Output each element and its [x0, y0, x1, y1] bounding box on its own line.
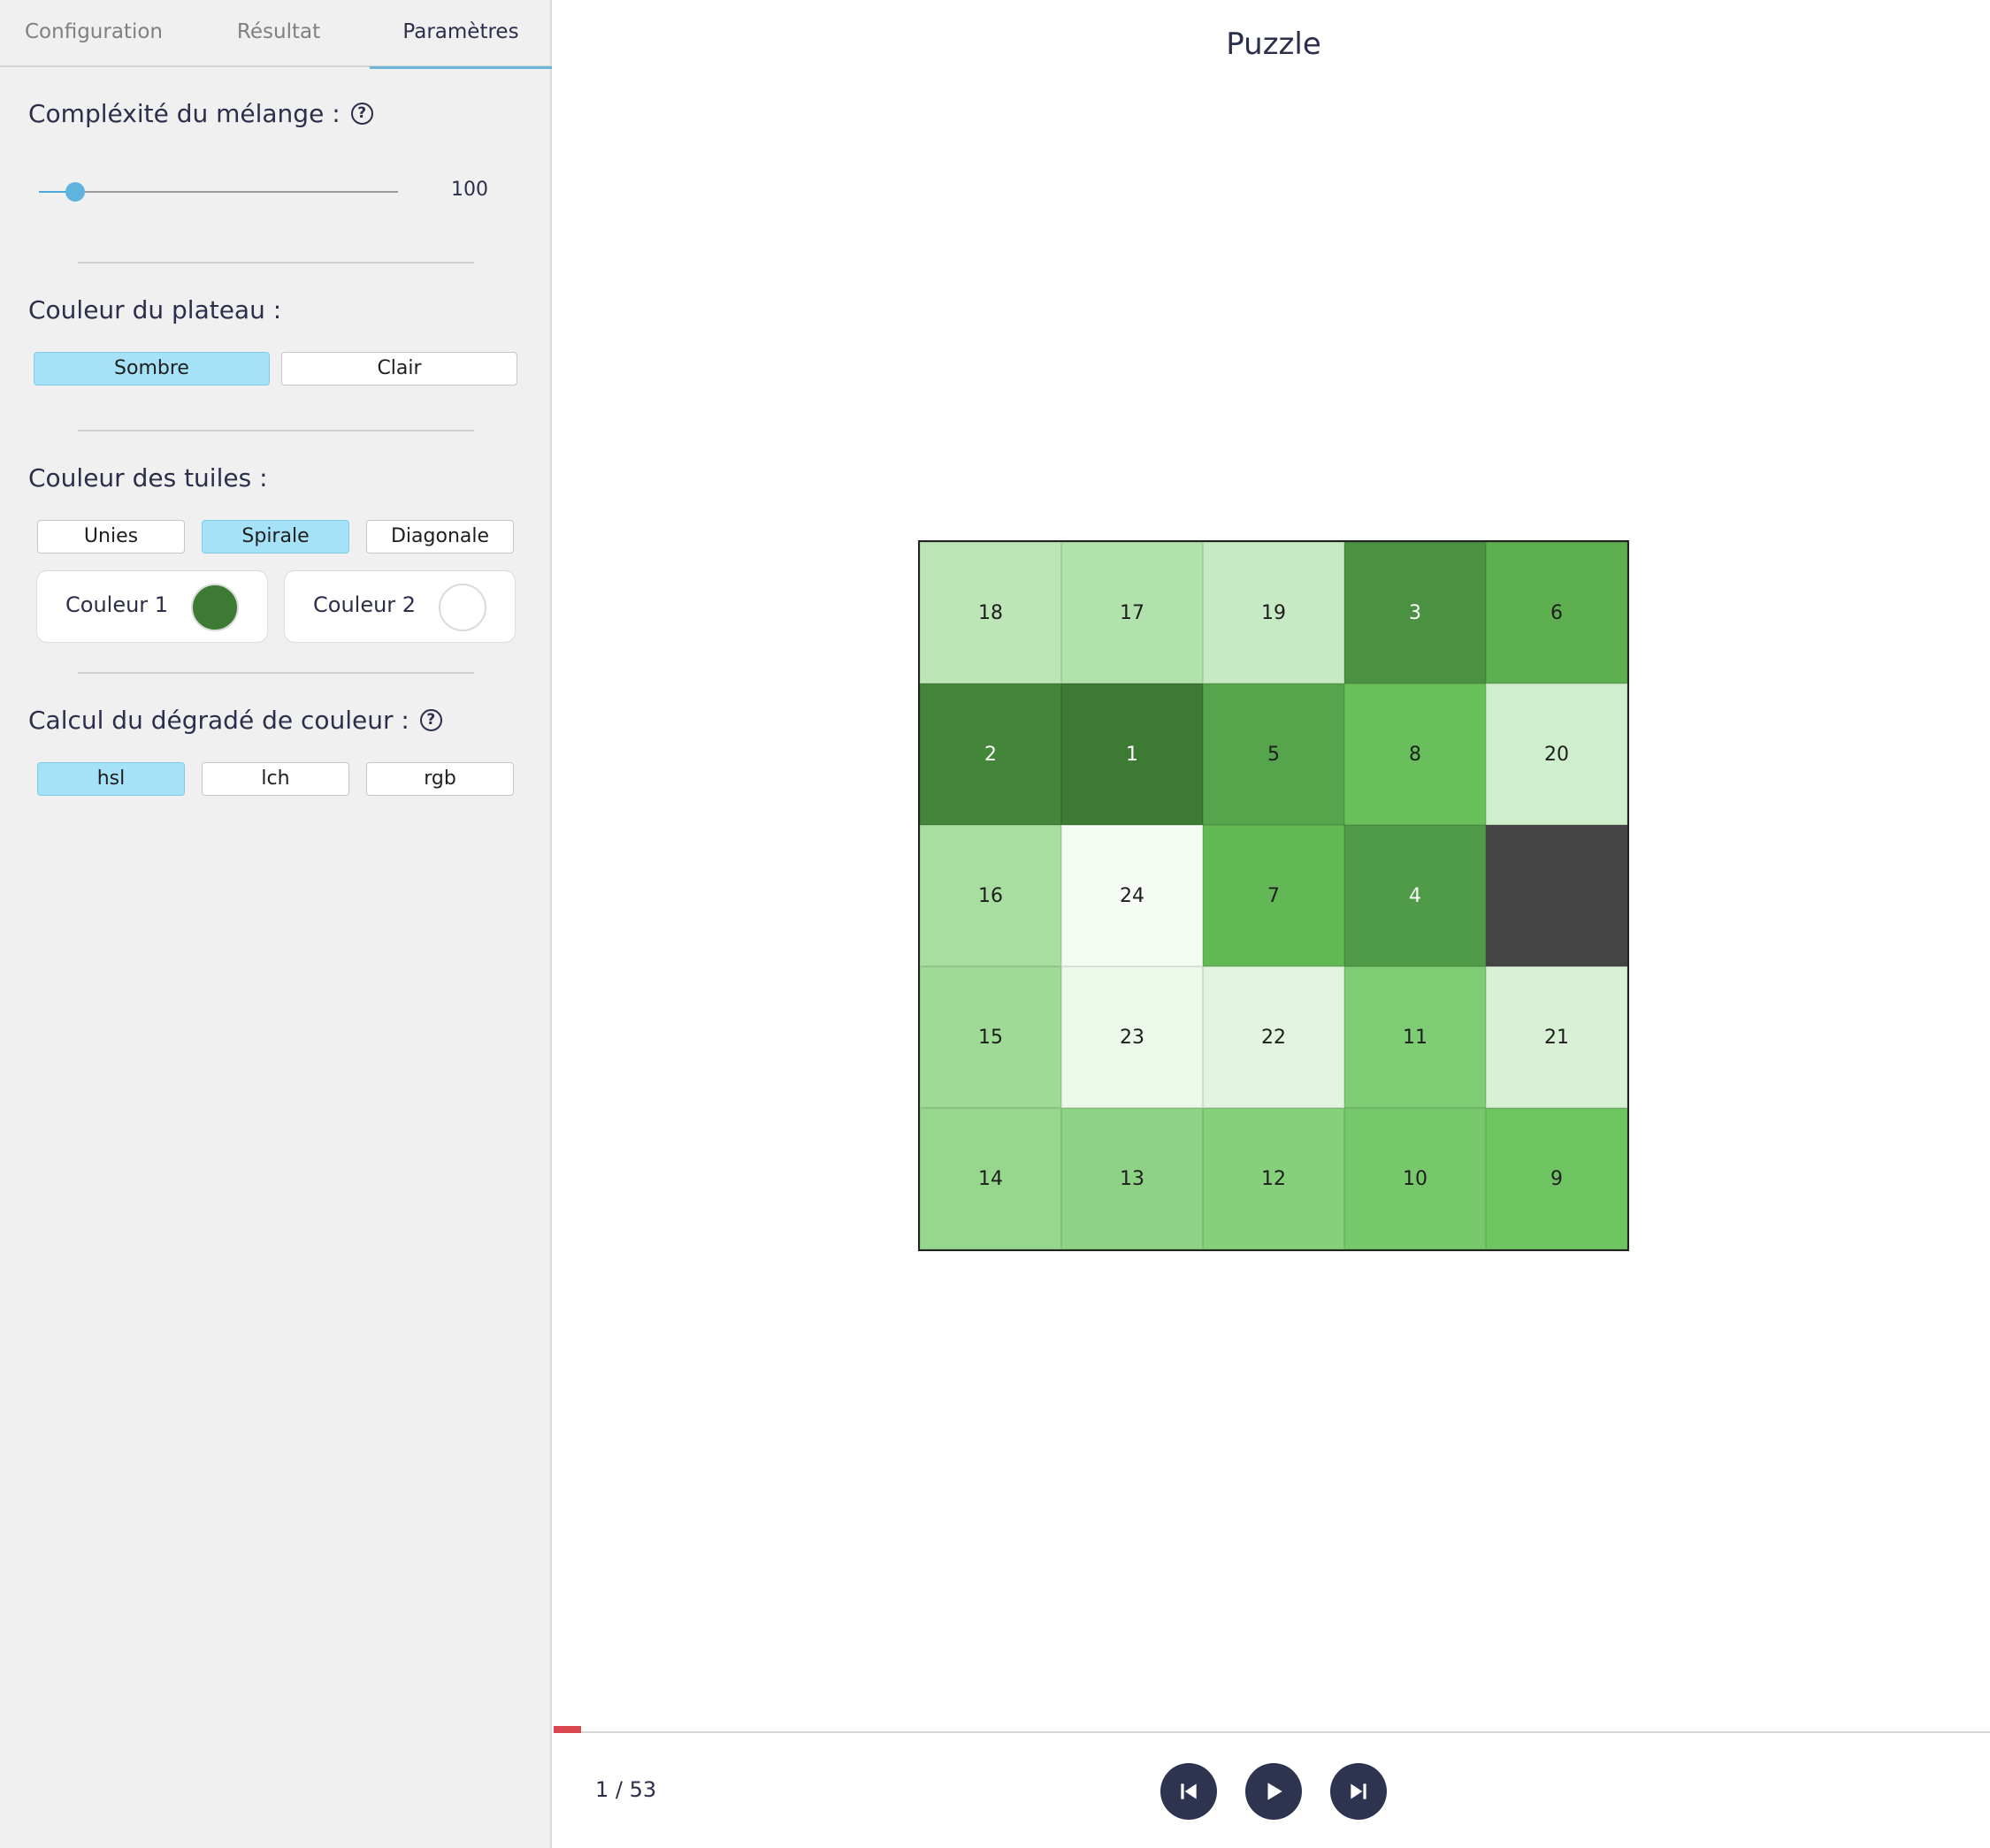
- puzzle-tile[interactable]: 22: [1203, 966, 1344, 1108]
- puzzle-tile[interactable]: 9: [1486, 1108, 1627, 1249]
- puzzle-tile[interactable]: 10: [1344, 1108, 1486, 1249]
- color-1-label: Couleur 1: [65, 592, 169, 617]
- tab-configuration[interactable]: Configuration: [0, 0, 188, 67]
- page-title: Puzzle: [1226, 27, 1321, 62]
- play-icon: [1267, 1783, 1282, 1800]
- gradient-label: Calcul du dégradé de couleur :: [28, 706, 409, 735]
- progress-fill: [554, 1726, 581, 1733]
- color-1-picker[interactable]: Couleur 1: [36, 570, 268, 643]
- puzzle-tile[interactable]: 12: [1203, 1108, 1344, 1249]
- puzzle-tile[interactable]: 4: [1344, 825, 1486, 966]
- puzzle-tile[interactable]: 8: [1344, 683, 1486, 825]
- puzzle-tile[interactable]: 16: [920, 825, 1061, 966]
- puzzle-tile[interactable]: 23: [1061, 966, 1203, 1108]
- step-counter: 1 / 53: [595, 1777, 657, 1802]
- puzzle-tile[interactable]: 2: [920, 683, 1061, 825]
- board-color-label: Couleur du plateau :: [28, 295, 282, 325]
- tile-color-diagonale-button[interactable]: Diagonale: [366, 520, 514, 554]
- color-1-swatch[interactable]: [191, 584, 239, 631]
- divider: [78, 672, 474, 674]
- board-color-heading: Couleur du plateau :: [28, 295, 281, 325]
- puzzle-tile[interactable]: 24: [1061, 825, 1203, 966]
- skip-back-icon: [1181, 1783, 1197, 1799]
- gradient-rgb-button[interactable]: rgb: [366, 762, 514, 796]
- puzzle-tile[interactable]: 17: [1061, 542, 1203, 683]
- puzzle-tile[interactable]: 3: [1344, 542, 1486, 683]
- puzzle-tile[interactable]: 14: [920, 1108, 1061, 1249]
- progress-bar[interactable]: [554, 1726, 1990, 1733]
- board-color-clair-button[interactable]: Clair: [281, 352, 517, 386]
- puzzle-tile[interactable]: 1: [1061, 683, 1203, 825]
- puzzle-tile[interactable]: 5: [1203, 683, 1344, 825]
- tile-color-heading: Couleur des tuiles :: [28, 463, 268, 493]
- slider-thumb[interactable]: [65, 182, 85, 202]
- complexity-value: 100: [451, 179, 488, 201]
- tile-color-spirale-button[interactable]: Spirale: [202, 520, 349, 554]
- divider: [78, 262, 474, 263]
- tab-resultat[interactable]: Résultat: [188, 0, 370, 67]
- puzzle-tile[interactable]: 13: [1061, 1108, 1203, 1249]
- skip-back-button[interactable]: [1160, 1763, 1217, 1820]
- skip-forward-icon: [1351, 1783, 1366, 1799]
- gradient-lch-button[interactable]: lch: [202, 762, 349, 796]
- play-button[interactable]: [1245, 1763, 1302, 1820]
- complexity-heading: Compléxité du mélange : ?: [28, 99, 373, 128]
- puzzle-tile[interactable]: 6: [1486, 542, 1627, 683]
- puzzle-tile[interactable]: 11: [1344, 966, 1486, 1108]
- complexity-slider[interactable]: [39, 182, 398, 202]
- color-2-swatch[interactable]: [439, 584, 486, 631]
- help-circle-icon[interactable]: ?: [419, 709, 442, 731]
- puzzle-tile[interactable]: 15: [920, 966, 1061, 1108]
- tab-bar: Configuration Résultat Paramètres: [0, 0, 552, 69]
- tab-parametres[interactable]: Paramètres: [370, 0, 552, 69]
- tile-color-unies-button[interactable]: Unies: [37, 520, 185, 554]
- tile-color-label: Couleur des tuiles :: [28, 463, 268, 493]
- gradient-hsl-button[interactable]: hsl: [37, 762, 185, 796]
- puzzle-board: 18 17 19 3 6 2 1 5 8 20 16 24 7 4 15 23 22 11 21 14 13 12 10 9: [918, 540, 1629, 1251]
- puzzle-tile[interactable]: 20: [1486, 683, 1627, 825]
- empty-cell: [1486, 825, 1627, 966]
- puzzle-tile[interactable]: 19: [1203, 542, 1344, 683]
- puzzle-tile[interactable]: 18: [920, 542, 1061, 683]
- color-2-label: Couleur 2: [313, 592, 417, 617]
- board-color-sombre-button[interactable]: Sombre: [34, 352, 270, 386]
- gradient-heading: Calcul du dégradé de couleur : ?: [28, 706, 442, 735]
- settings-sidebar: Configuration Résultat Paramètres Complé…: [0, 0, 552, 1848]
- complexity-label: Compléxité du mélange :: [28, 99, 341, 128]
- puzzle-tile[interactable]: 21: [1486, 966, 1627, 1108]
- skip-forward-button[interactable]: [1330, 1763, 1387, 1820]
- divider: [78, 430, 474, 431]
- puzzle-tile[interactable]: 7: [1203, 825, 1344, 966]
- color-2-picker[interactable]: Couleur 2: [284, 570, 516, 643]
- help-circle-icon[interactable]: ?: [350, 103, 373, 125]
